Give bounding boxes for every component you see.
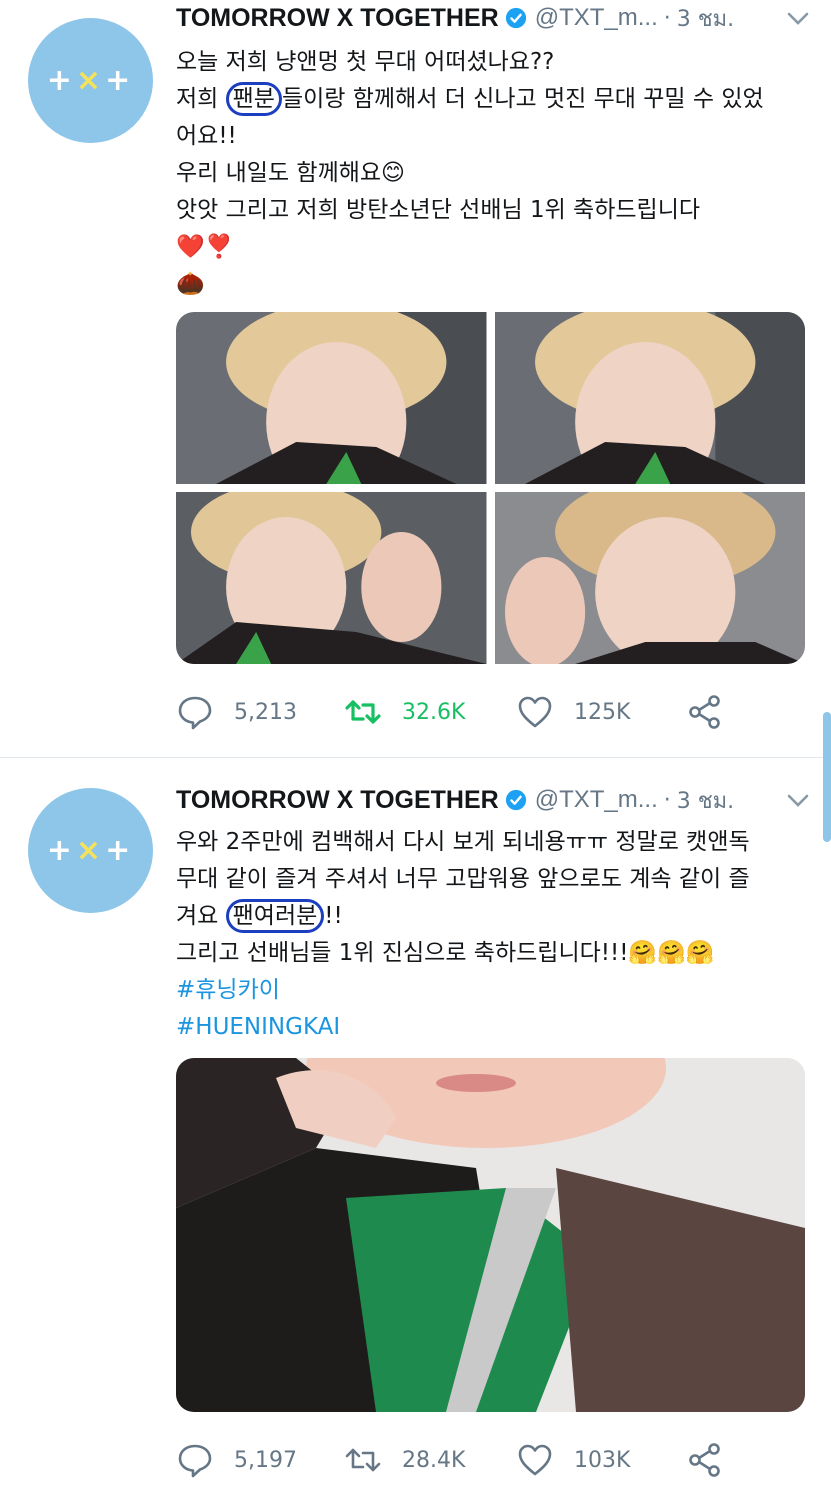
text-line: 그리고 선배님들 1위 진심으로 축하드립니다!!!🤗🤗🤗 <box>176 940 715 966</box>
photo-1-image <box>176 312 487 484</box>
tweet-2[interactable]: +×+ TOMORROW X TOGETHER @TXT_m... · 3 ชม… <box>0 758 831 1500</box>
tweet-header: TOMORROW X TOGETHER @TXT_m... · 3 ชม. <box>176 782 811 818</box>
reply-count: 5,213 <box>234 699 297 725</box>
photo-1[interactable] <box>176 312 487 484</box>
hashtag-link[interactable]: #휴닝카이 <box>176 972 806 1009</box>
share-button[interactable] <box>686 693 724 731</box>
like-button[interactable]: 103K <box>516 1441 630 1479</box>
photo-4-image <box>494 492 805 664</box>
photo-3-image <box>176 492 487 664</box>
photo-grid[interactable] <box>176 312 805 664</box>
like-button[interactable]: 125K <box>516 693 630 731</box>
photo-4[interactable] <box>494 492 805 664</box>
share-icon <box>689 1443 720 1477</box>
text-line: 앗앗 그리고 저희 방탄소년단 선배님 1위 축하드립니다 <box>176 197 701 223</box>
text-line: ❤️❣️ <box>176 234 234 260</box>
chevron-down-icon[interactable] <box>785 8 811 28</box>
profile-avatar[interactable]: +×+ <box>28 18 153 143</box>
tweet-text: 오늘 저희 냥앤멍 첫 무대 어떠셨나요?? 저희 팬분 들이랑 함께해서 더 신… <box>176 44 806 303</box>
like-count: 103K <box>574 1447 631 1473</box>
tweet-photo[interactable] <box>176 1058 805 1412</box>
text-line: 우와 2주만에 컴백해서 다시 보게 되네용ㅠㅠ 정말로 캣앤독 <box>176 829 750 855</box>
author-handle[interactable]: @TXT_m... <box>535 4 658 32</box>
separator-dot: · <box>663 787 671 813</box>
retweet-icon <box>345 700 381 724</box>
photo-image <box>176 1058 805 1412</box>
tweet-header: TOMORROW X TOGETHER @TXT_m... · 3 ชม. <box>176 0 811 36</box>
heart-icon <box>518 1444 552 1476</box>
heart-icon <box>518 696 552 728</box>
reply-icon <box>178 1444 212 1478</box>
text-line: 어요!! <box>176 123 237 149</box>
text-line: 오늘 저희 냥앤멍 첫 무대 어떠셨나요?? <box>176 49 555 75</box>
text-line: 겨요 팬여러분!! <box>176 898 806 935</box>
retweet-count: 32.6K <box>402 699 466 725</box>
retweet-button[interactable]: 32.6K <box>344 693 465 731</box>
share-icon <box>689 695 720 729</box>
verified-badge-icon <box>505 789 526 811</box>
tweet-actions: 5,197 28.4K 103K <box>176 1438 736 1482</box>
tweet-actions: 5,213 32.6K 125K <box>176 690 736 734</box>
text-line: 우리 내일도 함께해요😊 <box>176 160 406 186</box>
hashtag-link[interactable]: #HUENINGKAI <box>176 1009 806 1046</box>
photo-3[interactable] <box>176 492 487 664</box>
chevron-down-icon[interactable] <box>785 790 811 810</box>
reply-icon <box>178 696 212 730</box>
text-line: 무대 같이 즐겨 주셔서 너무 고맙워용 앞으로도 계속 같이 즐 <box>176 866 750 892</box>
author-name[interactable]: TOMORROW X TOGETHER <box>176 786 499 815</box>
photo-2-image <box>494 312 805 484</box>
txt-logo-icon: +×+ <box>46 833 135 868</box>
text-line: 🌰 <box>176 271 205 297</box>
verified-badge-icon <box>505 7 526 29</box>
reply-button[interactable]: 5,213 <box>176 693 297 731</box>
photo-2[interactable] <box>494 312 805 484</box>
tweet-time[interactable]: 3 ชม. <box>677 783 734 818</box>
tweet-1[interactable]: +×+ TOMORROW X TOGETHER @TXT_m... · 3 ชม… <box>0 0 831 758</box>
retweet-count: 28.4K <box>402 1447 466 1473</box>
share-button[interactable] <box>686 1441 724 1479</box>
like-count: 125K <box>574 699 631 725</box>
scrollbar[interactable] <box>823 712 831 842</box>
txt-logo-icon: +×+ <box>46 63 135 98</box>
profile-avatar[interactable]: +×+ <box>28 788 153 913</box>
retweet-icon <box>345 1448 381 1472</box>
author-handle[interactable]: @TXT_m... <box>535 786 658 814</box>
retweet-button[interactable]: 28.4K <box>344 1441 465 1479</box>
reply-count: 5,197 <box>234 1447 297 1473</box>
tweet-time[interactable]: 3 ชม. <box>677 1 734 36</box>
tweet-text: 우와 2주만에 컴백해서 다시 보게 되네용ㅠㅠ 정말로 캣앤독 무대 같이 즐… <box>176 824 806 1046</box>
annotation-circle: 팬분 <box>225 82 282 116</box>
text-line: 저희 팬분 들이랑 함께해서 더 신나고 멋진 무대 꾸밀 수 있었 <box>176 81 806 118</box>
annotation-circle: 팬여러분 <box>225 899 325 933</box>
author-name[interactable]: TOMORROW X TOGETHER <box>176 4 499 33</box>
separator-dot: · <box>663 5 671 31</box>
reply-button[interactable]: 5,197 <box>176 1441 297 1479</box>
